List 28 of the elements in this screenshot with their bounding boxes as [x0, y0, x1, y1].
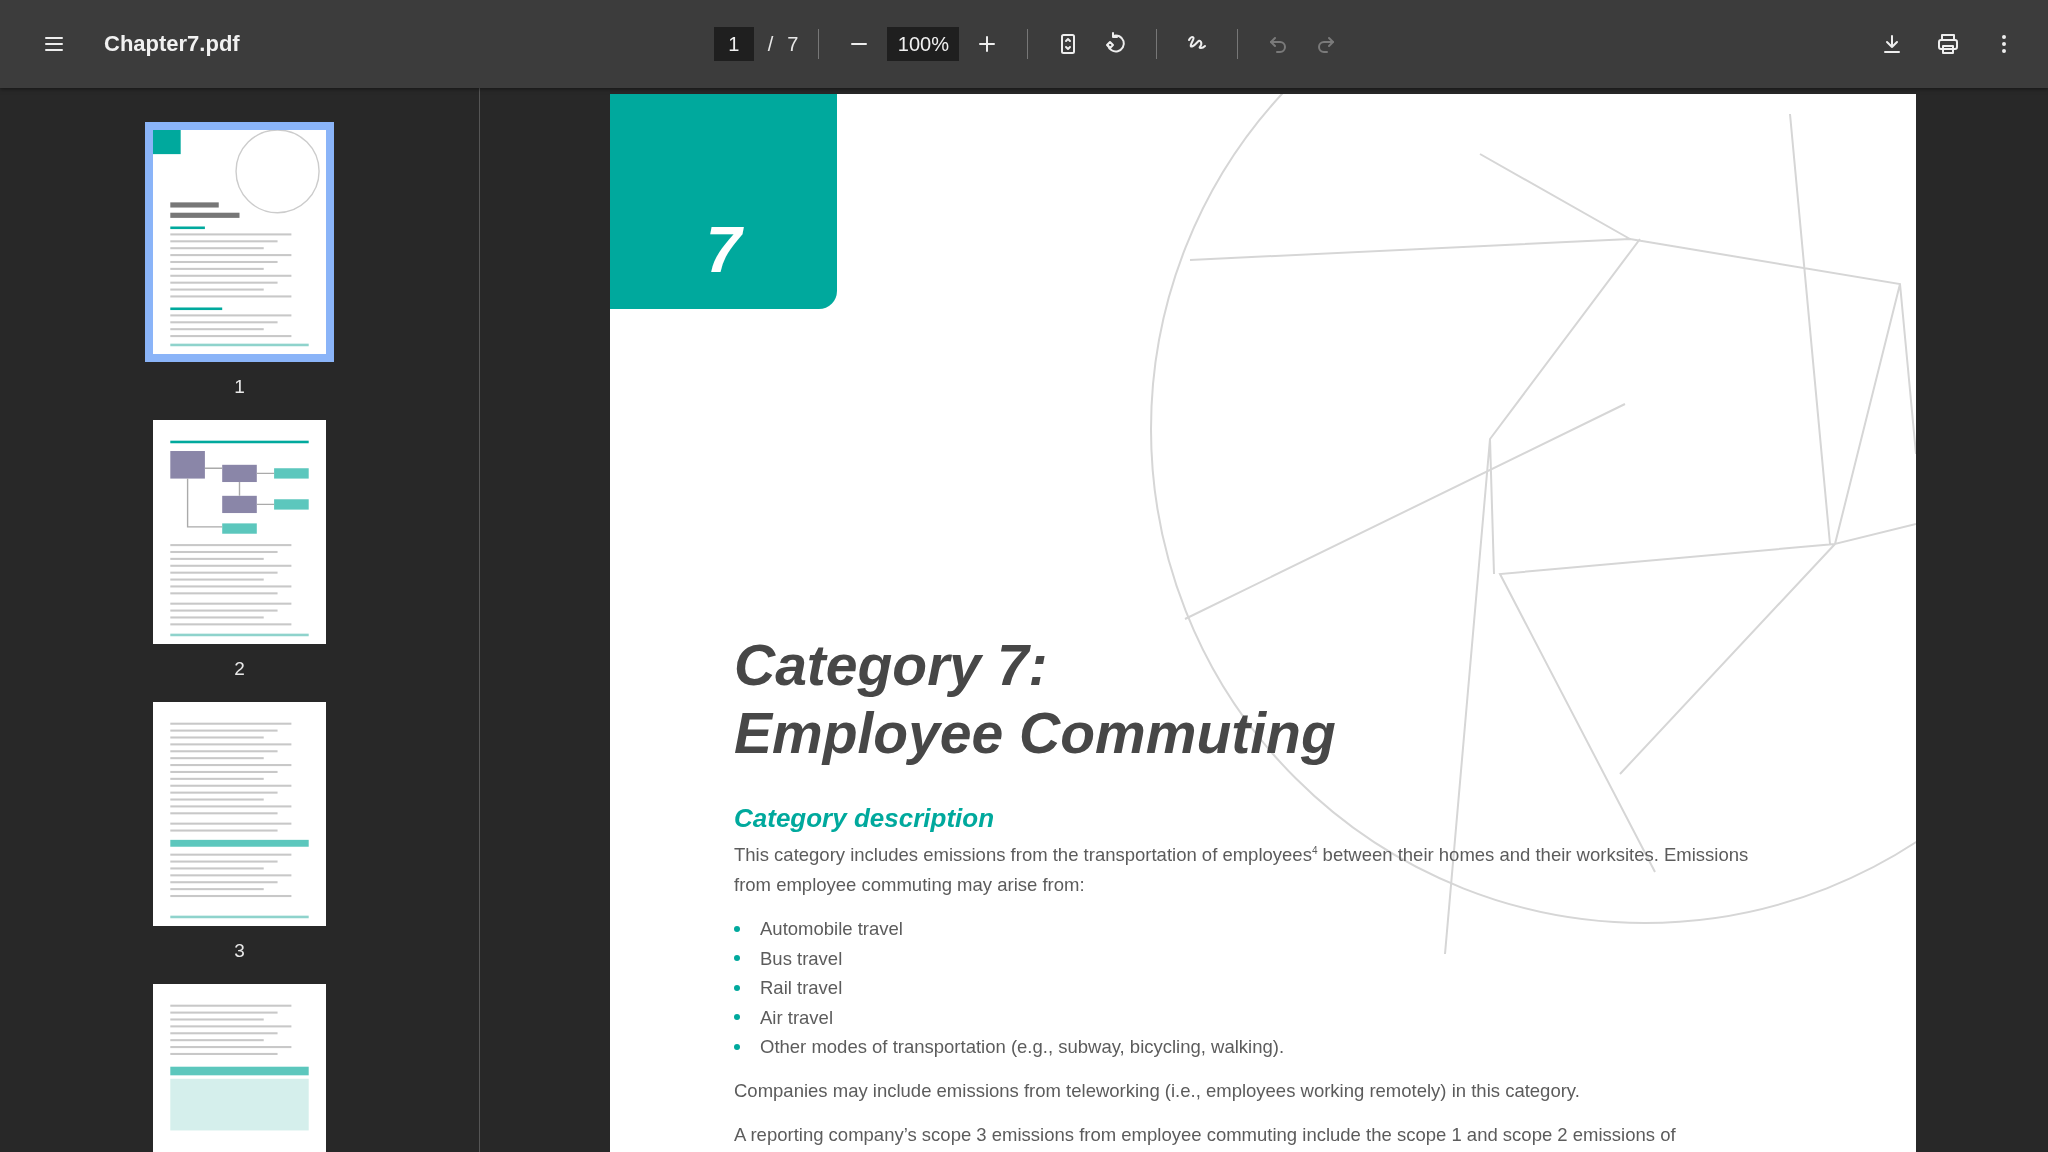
page-thumbnail[interactable] — [153, 702, 326, 926]
body-paragraph: A reporting company’s scope 3 emissions from employee commuting include the scope 1 and scope 2 emissions of — [734, 1122, 1677, 1147]
bullet-icon — [734, 925, 740, 932]
section-heading: Category description — [734, 803, 996, 834]
body-paragraph: Companies may include emissions from teleworking (i.e., employees working remotely) in this category. — [734, 1078, 1581, 1103]
page-separator: / — [767, 32, 774, 56]
file-title: Chapter7.pdf — [104, 31, 240, 57]
page-count: 7 — [787, 32, 799, 56]
list-item: Rail travel — [760, 976, 843, 1001]
chapter-title: Category 7: — [734, 632, 1049, 699]
list-item: Automobile travel — [760, 917, 903, 942]
list-item: Air travel — [760, 1005, 833, 1030]
chapter-title: Employee Commuting — [734, 700, 1337, 767]
page-number-label: 3 — [234, 940, 245, 962]
bullet-icon — [734, 1043, 740, 1050]
page-number-label: 1 — [234, 376, 245, 398]
list-item: Other modes of transportation (e.g., subway, bicycling, walking). — [760, 1035, 1285, 1060]
page-thumbnail[interactable] — [153, 984, 326, 1152]
page-thumbnail[interactable] — [145, 122, 334, 362]
zoom-field[interactable]: 100% — [887, 27, 960, 61]
page-number-field[interactable]: 1 — [713, 27, 754, 61]
bullet-icon — [734, 1014, 740, 1021]
page-number-label: 2 — [234, 658, 245, 680]
page-thumbnail[interactable] — [153, 420, 326, 644]
bullet-icon — [734, 955, 740, 962]
list-item: Bus travel — [760, 946, 843, 971]
bullet-icon — [734, 984, 740, 991]
body-paragraph: This category includes emissions from the transportation of employees$^{4}$ between their homes and their worksites. Emissions from employee commuting may arise from: — [734, 843, 1750, 898]
